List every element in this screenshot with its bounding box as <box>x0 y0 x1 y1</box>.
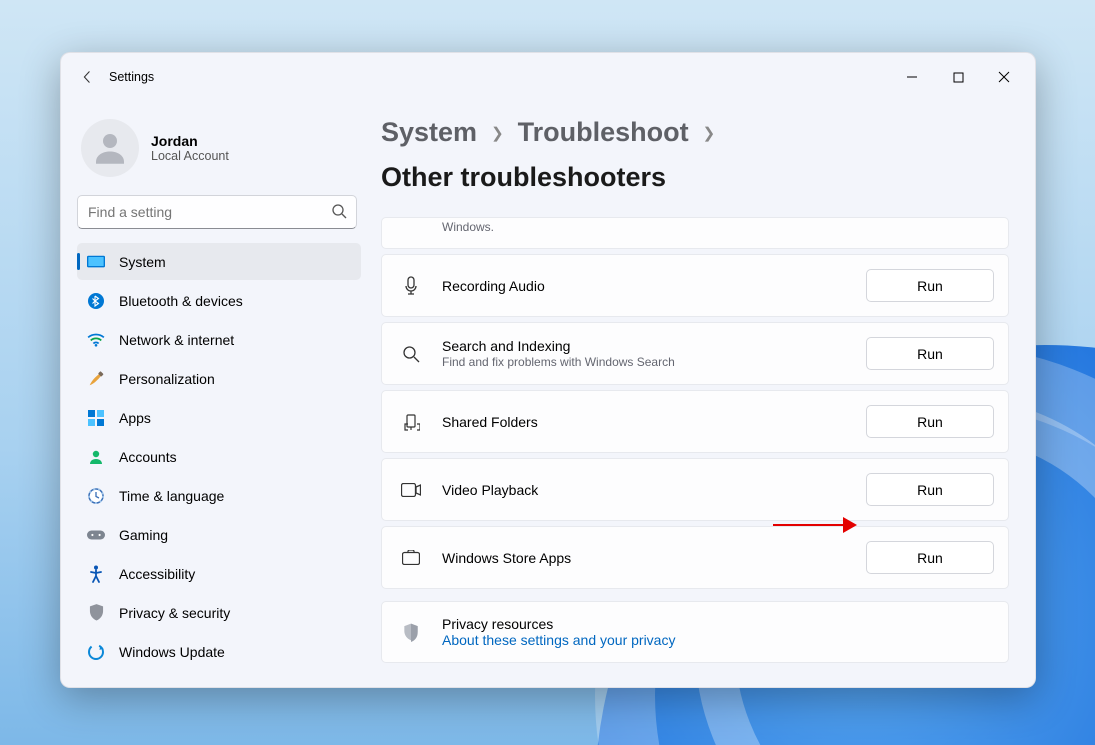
user-block[interactable]: Jordan Local Account <box>77 109 361 195</box>
sidebar-item-privacy[interactable]: Privacy & security <box>77 594 361 631</box>
sidebar-item-time[interactable]: Time & language <box>77 477 361 514</box>
nav-label: Accessibility <box>119 566 195 582</box>
nav-label: Network & internet <box>119 332 234 348</box>
sidebar-item-system[interactable]: System <box>77 243 361 280</box>
card-subtitle: Windows. <box>400 218 846 234</box>
clock-icon <box>87 487 105 505</box>
run-button[interactable]: Run <box>866 269 994 302</box>
card-subtitle: Find and fix problems with Windows Searc… <box>442 355 846 369</box>
privacy-title: Privacy resources <box>442 616 994 632</box>
nav-label: Privacy & security <box>119 605 230 621</box>
card-title: Shared Folders <box>442 414 846 430</box>
search-icon <box>331 203 347 219</box>
apps-icon <box>87 409 105 427</box>
nav-label: Accounts <box>119 449 177 465</box>
sidebar-item-accounts[interactable]: Accounts <box>77 438 361 475</box>
nav-label: Time & language <box>119 488 224 504</box>
nav-label: Apps <box>119 410 151 426</box>
run-button[interactable]: Run <box>866 473 994 506</box>
nav-label: Gaming <box>119 527 168 543</box>
search-input[interactable] <box>77 195 357 229</box>
crumb-troubleshoot[interactable]: Troubleshoot <box>518 117 689 148</box>
user-name: Jordan <box>151 133 229 149</box>
nav-label: Personalization <box>119 371 215 387</box>
troubleshooter-card-windows-store-apps: Windows Store Apps Run <box>381 526 1009 589</box>
crumb-current: Other troubleshooters <box>381 162 666 193</box>
troubleshooter-card-video-playback: Video Playback Run <box>381 458 1009 521</box>
search-icon <box>400 345 422 363</box>
wifi-icon <box>87 331 105 349</box>
run-button[interactable]: Run <box>866 405 994 438</box>
nav-label: System <box>119 254 166 270</box>
brush-icon <box>87 370 105 388</box>
sidebar-item-bluetooth[interactable]: Bluetooth & devices <box>77 282 361 319</box>
card-title: Recording Audio <box>442 278 846 294</box>
gamepad-icon <box>87 526 105 544</box>
close-button[interactable] <box>981 61 1027 93</box>
sidebar-item-network[interactable]: Network & internet <box>77 321 361 358</box>
nav-list: System Bluetooth & devices Network & inter… <box>77 243 361 670</box>
chevron-right-icon: ❯ <box>491 124 504 142</box>
crumb-system[interactable]: System <box>381 117 477 148</box>
nav-label: Windows Update <box>119 644 225 660</box>
titlebar: Settings <box>61 53 1035 101</box>
mic-icon <box>400 276 422 296</box>
sidebar-item-accessibility[interactable]: Accessibility <box>77 555 361 592</box>
troubleshooter-card-recording-audio: Recording Audio Run <box>381 254 1009 317</box>
bt-icon <box>87 292 105 310</box>
card-title: Video Playback <box>442 482 846 498</box>
sidebar-item-personalization[interactable]: Personalization <box>77 360 361 397</box>
avatar-icon <box>81 119 139 177</box>
minimize-button[interactable] <box>889 61 935 93</box>
shield-icon <box>87 604 105 622</box>
sidebar-item-update[interactable]: Windows Update <box>77 633 361 670</box>
folder-icon <box>400 413 422 431</box>
settings-window: Settings Jordan Local Account <box>60 52 1036 688</box>
update-icon <box>87 643 105 661</box>
shield-icon <box>400 621 422 643</box>
search-box <box>77 195 357 229</box>
run-button[interactable]: Run <box>866 541 994 574</box>
chevron-right-icon: ❯ <box>703 124 716 142</box>
privacy-resources-card[interactable]: Privacy resources About these settings a… <box>381 601 1009 663</box>
access-icon <box>87 565 105 583</box>
card-title: Windows Store Apps <box>442 550 846 566</box>
troubleshooter-card-partial: Windows. <box>381 217 1009 249</box>
system-icon <box>87 253 105 271</box>
card-title: Search and Indexing <box>442 338 846 354</box>
account-icon <box>87 448 105 466</box>
troubleshooter-card-shared-folders: Shared Folders Run <box>381 390 1009 453</box>
user-type: Local Account <box>151 149 229 163</box>
sidebar: Jordan Local Account System Bluetooth & d… <box>61 101 371 687</box>
sidebar-item-apps[interactable]: Apps <box>77 399 361 436</box>
window-title: Settings <box>109 70 154 84</box>
sidebar-item-gaming[interactable]: Gaming <box>77 516 361 553</box>
back-button[interactable] <box>69 59 105 95</box>
main-content: System ❯ Troubleshoot ❯ Other troublesho… <box>371 101 1035 687</box>
privacy-link[interactable]: About these settings and your privacy <box>442 632 994 648</box>
nav-label: Bluetooth & devices <box>119 293 243 309</box>
store-icon <box>400 550 422 565</box>
run-button[interactable]: Run <box>866 337 994 370</box>
troubleshooter-card-search-indexing: Search and IndexingFind and fix problems… <box>381 322 1009 385</box>
maximize-button[interactable] <box>935 61 981 93</box>
breadcrumb: System ❯ Troubleshoot ❯ Other troublesho… <box>381 117 1009 193</box>
video-icon <box>400 483 422 497</box>
